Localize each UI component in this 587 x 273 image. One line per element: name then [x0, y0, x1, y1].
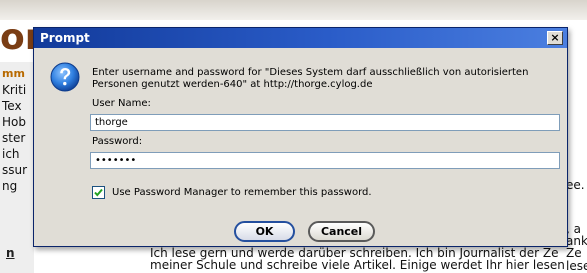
remember-password-checkbox[interactable] — [92, 186, 105, 199]
dialog-title: Prompt — [40, 31, 90, 45]
page-text-fragment: Ze — [566, 246, 582, 260]
username-label: User Name: — [92, 98, 151, 109]
sidebar-word[interactable]: ster — [2, 130, 25, 146]
sidebar-word[interactable]: ich — [2, 146, 20, 162]
page-paragraph-line: meiner Schule und schreibe viele Artikel… — [150, 258, 565, 272]
password-field[interactable] — [90, 152, 560, 169]
sidebar-word[interactable]: Hob — [2, 114, 26, 130]
sidebar-word[interactable]: mm — [2, 66, 25, 82]
sidebar-word[interactable]: ssur — [2, 162, 27, 178]
page-link[interactable]: n — [6, 246, 15, 260]
username-field[interactable] — [90, 114, 560, 131]
page-text-fragment: ee. — [566, 178, 585, 192]
sidebar-word[interactable]: Kriti — [2, 82, 26, 98]
cancel-button[interactable]: Cancel — [308, 221, 375, 242]
dialog-titlebar[interactable]: Prompt × — [34, 28, 567, 48]
page-text-fragment: lese — [566, 259, 587, 273]
ok-button[interactable]: OK — [234, 221, 295, 242]
sidebar-word[interactable]: ng — [2, 178, 17, 194]
dialog-message: Enter username and password for "Dieses … — [92, 67, 529, 90]
password-label: Password: — [92, 136, 143, 147]
info-icon — [50, 62, 80, 92]
remember-password-label: Use Password Manager to remember this pa… — [112, 187, 372, 198]
prompt-dialog: Prompt × Enter username and password for… — [33, 27, 568, 247]
close-button[interactable]: × — [547, 31, 563, 45]
page-sidebar: mm Kriti Tex Hob ster ich ssur ng — [0, 62, 34, 273]
checkmark-icon — [94, 188, 103, 197]
sidebar-word[interactable]: Tex — [2, 98, 22, 114]
page-header-bar — [0, 0, 587, 20]
